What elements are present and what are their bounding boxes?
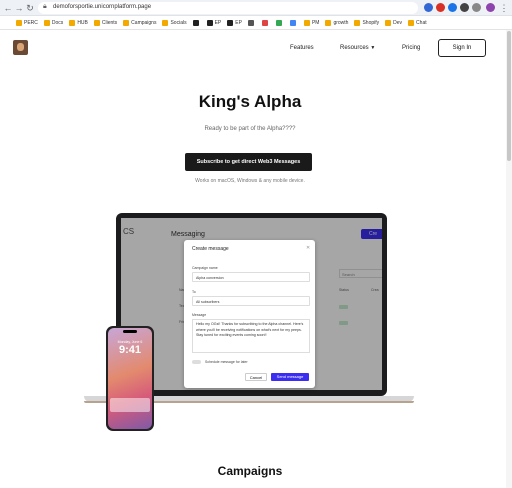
modal-title: Create message bbox=[192, 246, 229, 252]
bookmark[interactable]: Chat bbox=[408, 16, 427, 30]
schedule-toggle[interactable] bbox=[192, 360, 201, 364]
puzzle-icon[interactable] bbox=[460, 3, 469, 12]
avatar-face bbox=[17, 43, 24, 51]
bookmark[interactable]: growth bbox=[325, 16, 348, 30]
bookmark[interactable] bbox=[275, 16, 284, 30]
bookmark[interactable]: Dev bbox=[385, 16, 402, 30]
address-bar[interactable]: 🔒︎ demoforsportie.unicornplatform.page bbox=[38, 2, 418, 14]
subscribe-button[interactable]: Subscribe to get direct Web3 Messages bbox=[185, 153, 312, 171]
message-label: Message bbox=[192, 313, 207, 317]
bookmark[interactable]: Docs bbox=[43, 16, 63, 30]
site-icon bbox=[289, 19, 296, 26]
folder-icon bbox=[16, 19, 22, 26]
browser-toolbar: ← → ↻ 🔒︎ demoforsportie.unicornplatform.… bbox=[0, 0, 512, 16]
nav-resources[interactable]: Resources ▼ bbox=[340, 45, 375, 51]
bookmark[interactable] bbox=[192, 16, 201, 30]
bookmark[interactable]: EP bbox=[227, 16, 242, 30]
folder-icon bbox=[69, 19, 76, 26]
campaign-name-field[interactable]: Alpha conversion bbox=[192, 272, 310, 282]
bookmark[interactable]: Socials bbox=[162, 16, 187, 30]
folder-icon bbox=[303, 19, 310, 26]
profile-avatar[interactable] bbox=[486, 3, 495, 12]
url-text: demoforsportie.unicornplatform.page bbox=[53, 4, 152, 10]
bookmarks-bar: PERC Docs HUB Clients Campaigns Socials … bbox=[0, 16, 512, 30]
logo[interactable] bbox=[13, 40, 28, 55]
bookmark[interactable]: PM bbox=[303, 16, 319, 30]
site-icon bbox=[206, 19, 213, 26]
sidebar-icon[interactable] bbox=[472, 3, 481, 12]
bookmark[interactable]: Campaigns bbox=[123, 16, 156, 30]
campaigns-heading: Campaigns bbox=[217, 464, 283, 478]
bookmark[interactable]: PERC bbox=[16, 16, 38, 30]
lock-icon: 🔒︎ bbox=[43, 3, 47, 10]
folder-icon bbox=[162, 19, 169, 26]
bookmark[interactable] bbox=[261, 16, 270, 30]
campaign-label: Campaign name bbox=[192, 266, 218, 270]
folder-icon bbox=[93, 19, 100, 26]
folder-icon bbox=[385, 19, 392, 26]
send-message-button[interactable]: Send message bbox=[271, 373, 309, 381]
site-icon bbox=[247, 19, 254, 26]
phone-mockup: Monday, June 6 9:41 bbox=[106, 326, 154, 431]
compatibility-note: Works on macOS, Windows & any mobile dev… bbox=[195, 178, 305, 184]
signin-button[interactable]: Sign In bbox=[438, 39, 486, 57]
create-message-modal: Create message ✕ Campaign name Alpha con… bbox=[184, 240, 315, 388]
extension-icon[interactable] bbox=[448, 3, 457, 12]
to-label: To bbox=[192, 290, 196, 294]
cancel-button[interactable]: Cancel bbox=[245, 373, 267, 381]
scrollbar-thumb[interactable] bbox=[507, 31, 511, 161]
folder-icon bbox=[354, 19, 361, 26]
schedule-label: Schedule message for later bbox=[205, 360, 248, 364]
site-icon bbox=[227, 19, 234, 26]
message-textarea[interactable]: Hello my OGs!! Thanks for subscribing to… bbox=[192, 319, 310, 353]
bookmark[interactable]: Shopify bbox=[354, 16, 379, 30]
forward-icon[interactable]: → bbox=[14, 3, 24, 13]
reload-icon[interactable]: ↻ bbox=[25, 3, 35, 13]
close-icon[interactable]: ✕ bbox=[306, 245, 310, 251]
hero-title: King's Alpha bbox=[198, 92, 302, 111]
phone-time: 9:41 bbox=[118, 344, 142, 356]
bookmark[interactable] bbox=[289, 16, 298, 30]
bookmark[interactable]: HUB bbox=[69, 16, 88, 30]
to-field[interactable]: All subscribers bbox=[192, 296, 310, 306]
dynamic-island bbox=[123, 330, 137, 333]
site-icon bbox=[275, 19, 282, 26]
folder-icon bbox=[123, 19, 130, 26]
site-icon bbox=[192, 19, 199, 26]
nav-features[interactable]: Features bbox=[290, 45, 314, 51]
phone-notification bbox=[110, 398, 150, 412]
caret-down-icon: ▼ bbox=[370, 45, 376, 51]
landing-page: Features Resources ▼ Pricing Sign In Kin… bbox=[0, 30, 506, 488]
menu-icon[interactable]: ⋮ bbox=[499, 3, 509, 13]
extension-icon[interactable] bbox=[424, 3, 433, 12]
folder-icon bbox=[408, 19, 415, 26]
site-icon bbox=[261, 19, 268, 26]
hero-subtitle: Ready to be part of the Alpha???? bbox=[204, 126, 296, 132]
back-icon[interactable]: ← bbox=[3, 3, 13, 13]
folder-icon bbox=[325, 19, 332, 26]
nav-pricing[interactable]: Pricing bbox=[402, 45, 420, 51]
folder-icon bbox=[43, 19, 50, 26]
bookmark[interactable] bbox=[247, 16, 256, 30]
bookmark[interactable]: EP bbox=[206, 16, 221, 30]
bookmark[interactable]: Clients bbox=[93, 16, 117, 30]
phone-screen: Monday, June 6 9:41 bbox=[108, 328, 152, 429]
extension-icon[interactable] bbox=[436, 3, 445, 12]
